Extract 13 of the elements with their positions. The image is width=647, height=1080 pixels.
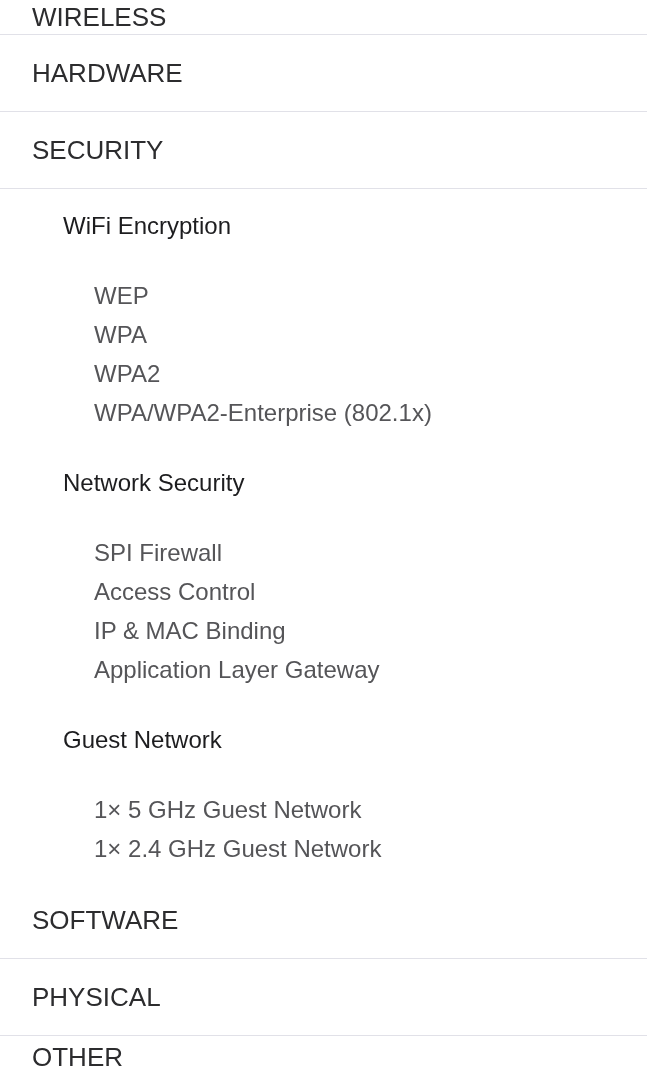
group-title: WiFi Encryption: [63, 211, 232, 241]
feature-item: Access Control: [94, 577, 256, 607]
feature-item: 1× 5 GHz Guest Network: [94, 795, 362, 825]
group-title: Guest Network: [63, 725, 222, 755]
feature-item: WPA: [94, 320, 147, 350]
feature-item: WPA2: [94, 359, 161, 389]
group-title: Network Security: [63, 468, 245, 498]
feature-item: IP & MAC Binding: [94, 616, 286, 646]
feature-item: SPI Firewall: [94, 538, 223, 568]
feature-item: WPA/WPA2-Enterprise (802.1x): [94, 398, 432, 428]
feature-item: WEP: [94, 281, 149, 311]
feature-item: Application Layer Gateway: [94, 655, 380, 685]
feature-item: 1× 2.4 GHz Guest Network: [94, 834, 382, 864]
